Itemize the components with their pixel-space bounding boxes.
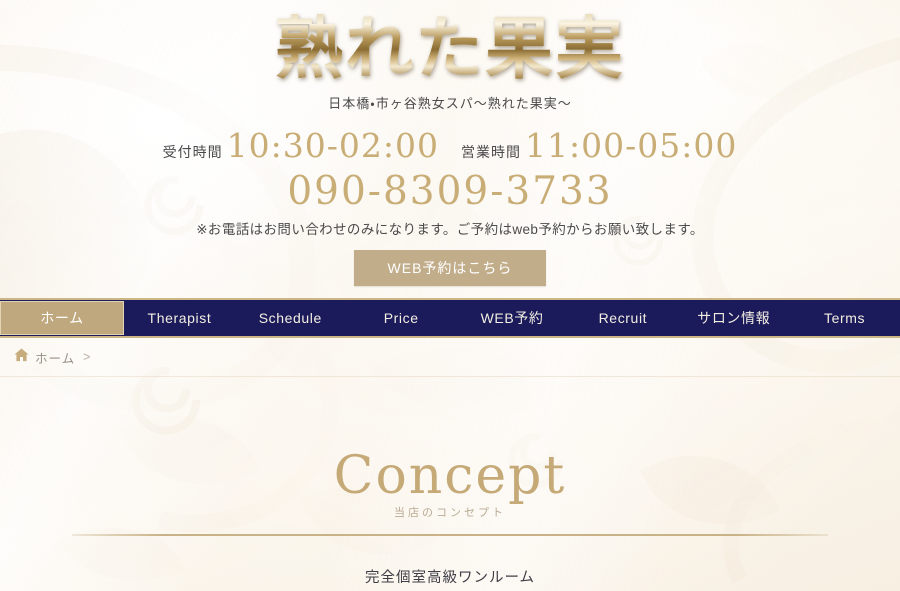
section-divider	[72, 533, 828, 536]
site-subtitle: 日本橋・市ヶ谷熟女スパ〜熟れた果実〜	[328, 96, 572, 112]
nav-item-schedule[interactable]: Schedule	[235, 300, 346, 336]
business-hours: 受付時間 10:30-02:00 営業時間 11:00-05:00	[0, 126, 900, 165]
breadcrumb-home-link[interactable]: ホーム	[35, 348, 75, 367]
opening-hours: 営業時間 11:00-05:00	[461, 126, 737, 165]
opening-hours-value: 11:00-05:00	[525, 126, 738, 166]
page-root: 熟れた果実 日本橋・市ヶ谷熟女スパ〜熟れた果実〜 受付時間 10:30-02:0…	[0, 0, 900, 591]
concept-lead-text: 完全個室高級ワンルーム	[364, 569, 536, 586]
reception-hours-label: 受付時間	[162, 144, 223, 161]
breadcrumb-separator: >	[83, 350, 91, 365]
page-subtitle: 当店のコンセプト	[394, 506, 506, 519]
nav-item-terms[interactable]: Terms	[789, 300, 900, 336]
reception-hours-value: 10:30-02:00	[226, 126, 439, 166]
web-reservation-button[interactable]: WEB予約はこちら	[353, 250, 547, 287]
site-header: 熟れた果実 日本橋・市ヶ谷熟女スパ〜熟れた果実〜 受付時間 10:30-02:0…	[0, 0, 900, 287]
nav-item-recruit[interactable]: Recruit	[567, 300, 678, 336]
reception-hours: 受付時間 10:30-02:00	[163, 126, 439, 165]
nav-item-salon-info[interactable]: サロン情報	[678, 300, 789, 336]
nav-item-therapist[interactable]: Therapist	[124, 300, 235, 336]
breadcrumb: ホーム >	[0, 338, 900, 378]
nav-item-price[interactable]: Price	[346, 300, 457, 336]
phone-note: ※お電話はお問い合わせのみになります。ご予約はweb予約からお願い致します。	[196, 222, 704, 238]
home-icon	[14, 348, 29, 367]
main-content: Concept 当店のコンセプト 完全個室高級ワンルーム 厳選された大人美女によ…	[0, 377, 900, 591]
site-logo: 熟れた果実	[274, 9, 625, 89]
page-title: Concept	[333, 446, 567, 507]
nav-item-web-reservation[interactable]: WEB予約	[457, 300, 568, 336]
phone-number[interactable]: 090-8309-3733	[0, 169, 900, 214]
nav-item-home[interactable]: ホーム	[0, 301, 124, 336]
main-navigation: ホーム Therapist Schedule Price WEB予約 Recru…	[0, 298, 900, 339]
opening-hours-label: 営業時間	[461, 144, 521, 161]
reserve-button-wrapper: WEB予約はこちら	[0, 250, 900, 287]
